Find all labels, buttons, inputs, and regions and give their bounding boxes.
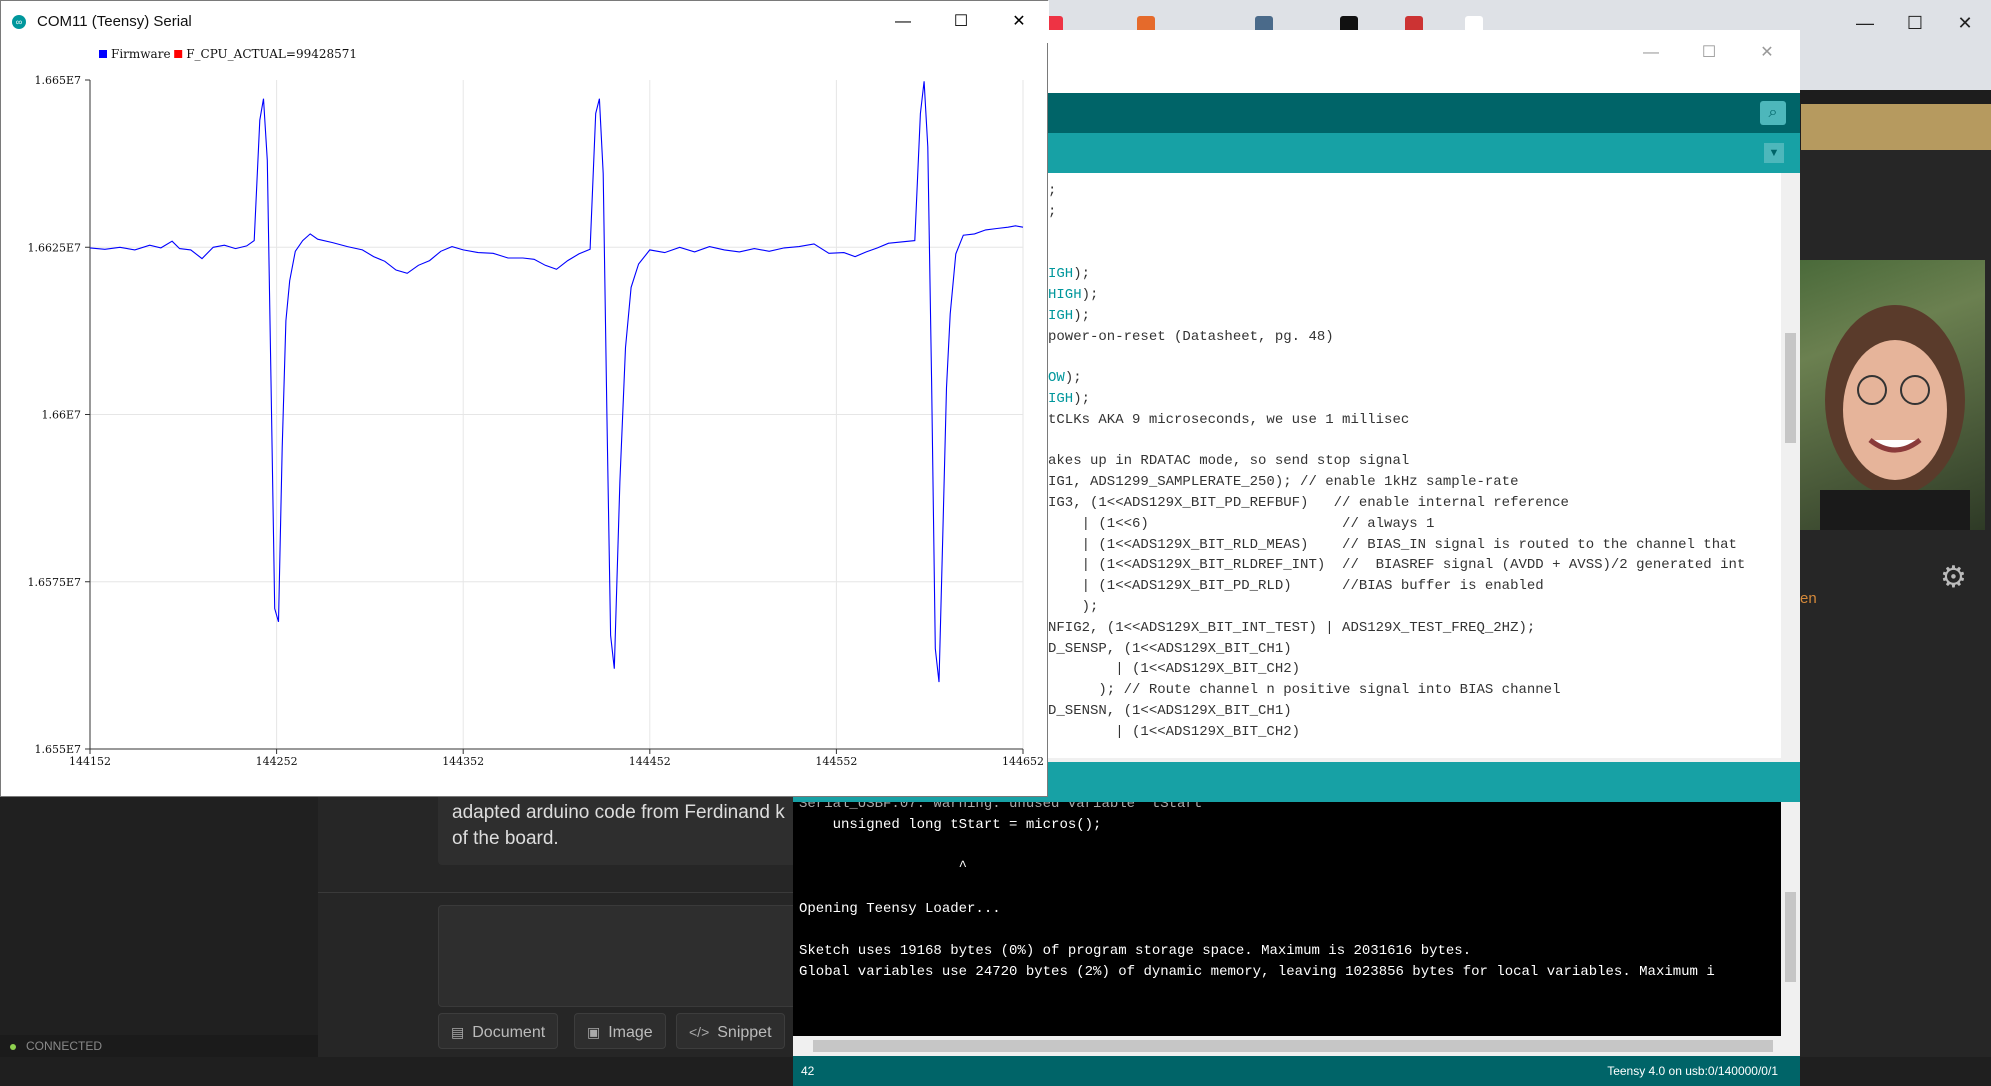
minimize-icon[interactable]: —	[1626, 38, 1676, 68]
legend-label: Firmware	[111, 47, 171, 61]
y-tick-label: 1.6575E7	[27, 576, 81, 589]
ide-status-bar: 42 Teensy 4.0 on usb:0/140000/0/1	[793, 1056, 1800, 1086]
line-number: 42	[801, 1064, 815, 1078]
code-line: OW);	[1048, 370, 1082, 387]
console-line: unsigned long tStart = micros();	[799, 817, 1102, 833]
console-line: Sketch uses 19168 bytes (0%) of program …	[799, 943, 1472, 959]
gear-icon[interactable]: ⚙	[1940, 560, 1967, 595]
console-vertical-scrollbar[interactable]	[1781, 802, 1800, 1037]
status-text: CONNECTED	[26, 1039, 103, 1053]
y-tick-label: 1.66E7	[41, 409, 81, 422]
code-line: | (1<<6) // always 1	[1048, 515, 1435, 532]
code-line: | (1<<ADS129X_BIT_RLD_MEAS) // BIAS_IN s…	[1048, 536, 1737, 553]
status-dot-icon	[10, 1043, 16, 1050]
code-line: IGH);	[1048, 266, 1091, 283]
ide-ext-icons	[1783, 68, 1797, 92]
legend-swatch	[174, 50, 183, 58]
tab-menu-chevron-icon[interactable]: ▼	[1764, 143, 1784, 163]
code-icon: </>	[689, 1024, 710, 1040]
ide-title-bar: — ☐ ✕	[1048, 30, 1800, 92]
board-info: Teensy 4.0 on usb:0/140000/0/1	[1607, 1064, 1778, 1078]
code-line: ;	[1048, 183, 1057, 199]
code-line: ;	[1048, 203, 1057, 220]
code-line: | (1<<ADS129X_BIT_RLDREF_INT) // BIASREF…	[1048, 557, 1746, 574]
image-icon: ▣	[587, 1024, 601, 1040]
ide-console: Serial_USBF.07: warning: unused variable…	[793, 802, 1781, 1037]
ide-tab-bar: ▼	[1048, 133, 1800, 173]
legend-swatch	[99, 50, 107, 58]
console-line: Serial_USBF.07: warning: unused variable…	[799, 802, 1211, 812]
x-tick-label: 144652	[1002, 755, 1044, 768]
firmware-series-line	[89, 81, 1024, 683]
x-tick-label: 144152	[69, 755, 111, 768]
document-label: Document	[472, 1024, 546, 1041]
side-link[interactable]: en	[1800, 590, 1817, 607]
y-tick-label: 1.665E7	[34, 74, 81, 87]
code-editor[interactable]: ;; IGH); HIGH); IGH); power-on-reset (Datash…	[1048, 173, 1781, 758]
minimize-icon[interactable]: —	[1840, 8, 1890, 38]
code-line: power-on-reset (Datasheet, pg. 48)	[1048, 328, 1334, 345]
code-line: D_SENSN, (1<<ADS129X_BIT_CH1)	[1048, 703, 1292, 719]
x-tick-label: 144452	[629, 755, 671, 768]
header-accent	[1801, 104, 1991, 150]
connection-status: CONNECTED	[0, 1035, 318, 1057]
x-tick-label: 144252	[256, 755, 298, 768]
message-text: adapted arduino code from Ferdinand k of…	[452, 802, 785, 849]
serial-monitor-button[interactable]: ⌕	[1760, 101, 1786, 125]
code-line: NFIG2, (1<<ADS129X_BIT_INT_TEST) | ADS12…	[1048, 619, 1536, 636]
code-line: ); // Route channel n positive signal in…	[1048, 682, 1561, 699]
scrollbar-thumb[interactable]	[1785, 892, 1796, 982]
maximize-icon[interactable]: ☐	[1890, 8, 1940, 38]
legend-label: F_CPU_ACTUAL=99428571	[186, 47, 357, 61]
x-tick-label: 144552	[815, 755, 857, 768]
code-line: HIGH);	[1048, 287, 1099, 303]
code-line: | (1<<ADS129X_BIT_CH2)	[1048, 723, 1301, 740]
ide-toolbar: ⌕	[1048, 93, 1800, 133]
close-icon[interactable]: ✕	[1940, 8, 1990, 38]
document-button[interactable]: ▤ Document	[438, 1013, 559, 1049]
image-label: Image	[608, 1024, 653, 1041]
code-line: );	[1048, 599, 1099, 615]
code-line: IGH);	[1048, 391, 1091, 407]
compose-input[interactable]	[438, 905, 800, 1007]
console-horizontal-scrollbar[interactable]	[793, 1036, 1800, 1056]
serial-plot-chart: Firmware F_CPU_ACTUAL=99428571 144152 14425…	[27, 47, 1044, 768]
code-line: | (1<<ADS129X_BIT_CH2)	[1048, 661, 1301, 678]
editor-vertical-scrollbar[interactable]	[1781, 173, 1800, 758]
code-line: IG3, (1<<ADS129X_BIT_PD_REFBUF) // enabl…	[1048, 495, 1569, 511]
image-button[interactable]: ▣ Image	[574, 1013, 666, 1049]
document-icon: ▤	[451, 1024, 465, 1040]
y-tick-label: 1.6625E7	[27, 241, 81, 254]
browser-window-controls: — ☐ ✕	[1840, 8, 1991, 38]
code-line: tCLKs AKA 9 microseconds, we use 1 milli…	[1048, 411, 1410, 428]
arduino-ide-window: — ☐ ✕ ⌕ ▼ ;; IGH); HIGH); IGH); power-on-res…	[793, 30, 1800, 1086]
scrollbar-thumb[interactable]	[813, 1040, 1773, 1052]
code-line: akes up in RDATAC mode, so send stop sig…	[1048, 453, 1410, 470]
y-tick-label: 1.655E7	[34, 743, 81, 756]
code-line: D_SENSP, (1<<ADS129X_BIT_CH1)	[1048, 640, 1292, 657]
serial-plotter-window: ∞ COM11 (Teensy) Serial — ☐ ✕ Firmware F_…	[0, 0, 1049, 797]
scrollbar-thumb[interactable]	[1785, 333, 1796, 443]
snippet-label: Snippet	[717, 1024, 772, 1041]
console-line: Opening Teensy Loader...	[799, 901, 1001, 917]
divider	[318, 892, 798, 893]
avatar	[1800, 260, 1985, 530]
close-icon[interactable]: ✕	[1742, 38, 1792, 68]
maximize-icon[interactable]: ☐	[1684, 38, 1734, 68]
console-line: ^	[799, 859, 968, 875]
code-line: IGH);	[1048, 307, 1091, 324]
x-tick-label: 144352	[442, 755, 484, 768]
code-line: IG1, ADS1299_SAMPLERATE_250); // enable …	[1048, 474, 1519, 491]
console-line: Global variables use 24720 bytes (2%) of…	[799, 964, 1715, 980]
snippet-button[interactable]: </> Snippet	[676, 1013, 785, 1049]
code-line: | (1<<ADS129X_BIT_PD_RLD) //BIAS buffer …	[1048, 578, 1544, 595]
